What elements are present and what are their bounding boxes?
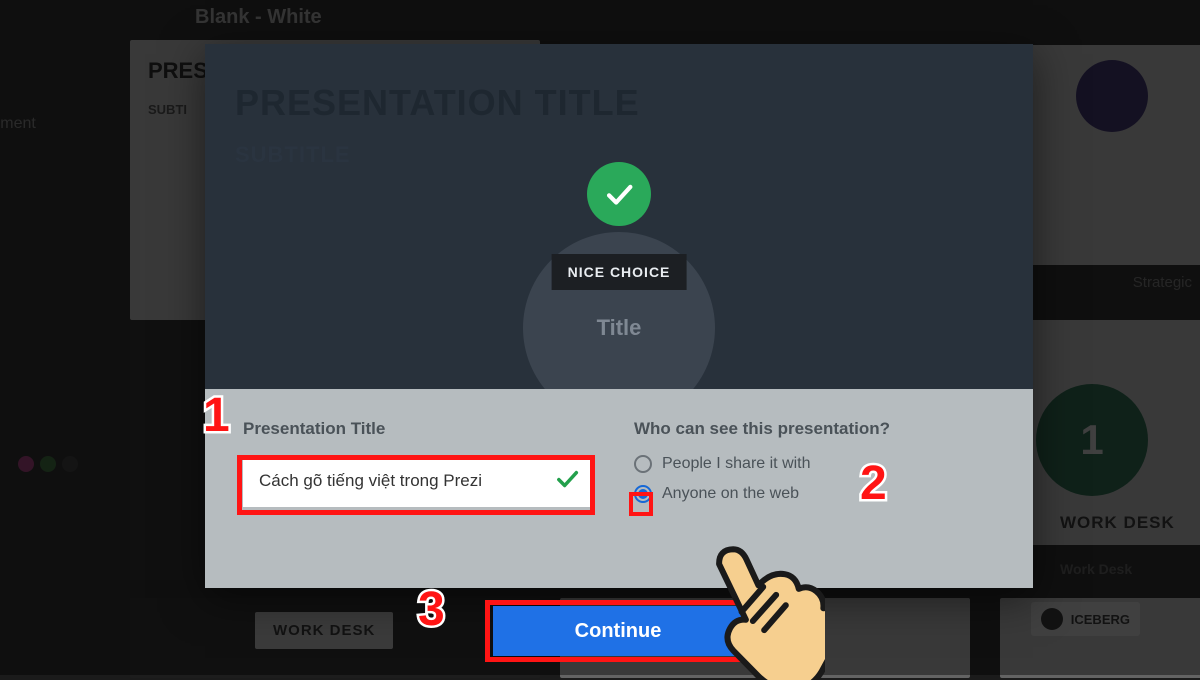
circle-label: Title: [597, 315, 642, 341]
annotation-highlight-radio: [629, 492, 653, 516]
radio-icon: [634, 455, 652, 473]
privacy-option-private[interactable]: People I share it with: [634, 455, 995, 473]
annotation-number-2: 2: [860, 456, 887, 511]
title-field-label: Presentation Title: [243, 419, 604, 439]
preview-title: PRESENTATION TITLE: [235, 82, 1003, 124]
pointer-hand-icon: [695, 530, 825, 680]
radio-label: People I share it with: [662, 455, 811, 473]
privacy-field-label: Who can see this presentation?: [634, 419, 995, 439]
template-preview: PRESENTATION TITLE SUBTITLE Title NICE C…: [205, 44, 1033, 389]
annotation-number-1: 1: [203, 388, 230, 443]
annotation-highlight-title-input: [237, 455, 595, 515]
checkmark-icon: [587, 162, 651, 226]
confirmation-label: NICE CHOICE: [552, 254, 687, 290]
annotation-number-3: 3: [418, 582, 445, 637]
privacy-option-public[interactable]: Anyone on the web: [634, 485, 995, 503]
radio-label: Anyone on the web: [662, 485, 799, 503]
